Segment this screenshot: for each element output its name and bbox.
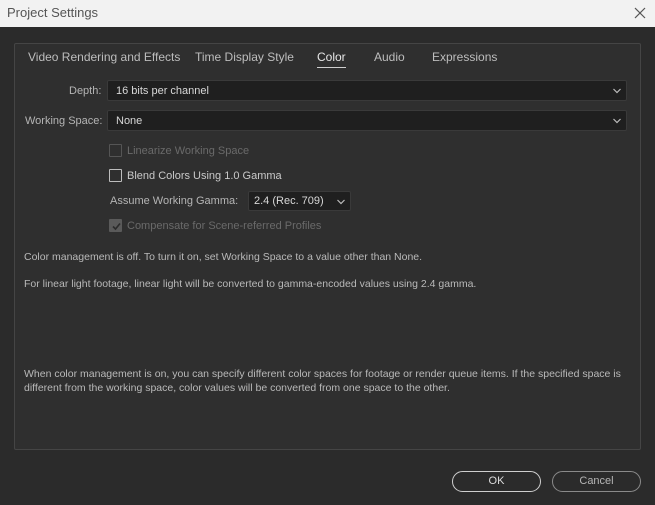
- tab-expressions[interactable]: Expressions: [432, 50, 497, 64]
- tab-color[interactable]: Color: [317, 50, 346, 68]
- compensate-label: Compensate for Scene-referred Profiles: [127, 220, 322, 232]
- chevron-down-icon: [613, 118, 621, 124]
- tab-audio[interactable]: Audio: [374, 50, 405, 64]
- title-bar: Project Settings: [0, 0, 655, 27]
- blend-colors-label: Blend Colors Using 1.0 Gamma: [127, 170, 282, 182]
- chevron-down-icon: [337, 199, 345, 205]
- depth-dropdown[interactable]: 16 bits per channel: [107, 80, 627, 101]
- blend-colors-checkbox[interactable]: [109, 169, 122, 182]
- close-icon[interactable]: [631, 4, 649, 22]
- color-management-off-note: Color management is off. To turn it on, …: [24, 251, 423, 263]
- cancel-button[interactable]: Cancel: [552, 471, 641, 492]
- ok-button[interactable]: OK: [452, 471, 541, 492]
- tab-video-rendering[interactable]: Video Rendering and Effects: [28, 50, 180, 64]
- tab-time-display[interactable]: Time Display Style: [195, 50, 294, 64]
- working-space-label: Working Space:: [25, 115, 103, 127]
- window-title: Project Settings: [7, 5, 99, 20]
- depth-value: 16 bits per channel: [116, 85, 209, 97]
- linearize-label: Linearize Working Space: [127, 145, 250, 157]
- color-management-on-note: When color management is on, you can spe…: [24, 368, 621, 394]
- compensate-checkbox[interactable]: [109, 219, 122, 232]
- working-space-value: None: [116, 115, 143, 127]
- gamma-dropdown[interactable]: 2.4 (Rec. 709): [248, 191, 351, 211]
- gamma-label: Assume Working Gamma:: [110, 195, 239, 207]
- checkmark-icon: [112, 222, 121, 231]
- working-space-dropdown[interactable]: None: [107, 110, 627, 131]
- linearize-checkbox[interactable]: [109, 144, 122, 157]
- linear-light-note: For linear light footage, linear light w…: [24, 278, 477, 290]
- chevron-down-icon: [613, 88, 621, 94]
- depth-label: Depth:: [69, 85, 102, 97]
- gamma-value: 2.4 (Rec. 709): [254, 195, 324, 207]
